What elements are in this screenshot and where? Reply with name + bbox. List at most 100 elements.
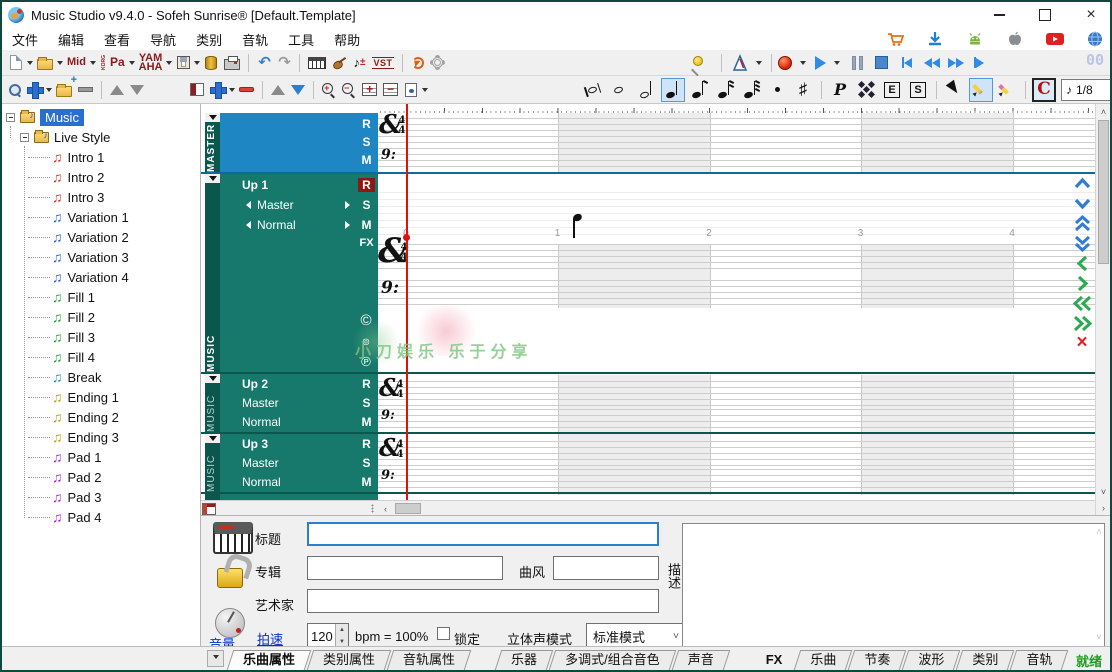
sixteenth-note-button[interactable]	[713, 78, 737, 102]
store-cart-icon[interactable]	[886, 30, 904, 48]
track-name[interactable]: Up 3	[242, 437, 268, 451]
eighth-note-button[interactable]	[687, 78, 711, 102]
track-header-up2[interactable]: MUSIC Up 2 Master Normal R S M	[205, 374, 378, 432]
up2-bass-staff[interactable]	[378, 409, 1095, 434]
tab-类别属性[interactable]: 类别属性	[310, 650, 388, 670]
menu-item-5[interactable]: 音轨	[232, 28, 278, 51]
tree-item-label[interactable]: Ending 2	[68, 410, 119, 425]
track-mute-button[interactable]: M	[358, 475, 375, 489]
record-dropdown[interactable]	[800, 61, 806, 68]
tab-多调式-组合音色[interactable]: 多调式/组合音色	[552, 650, 673, 670]
nav-down-button[interactable]	[1074, 196, 1091, 210]
tree-item-fill-4[interactable]: Fill 4	[2, 347, 200, 367]
track-solo-button[interactable]: S	[358, 198, 375, 212]
track-header-up1[interactable]: MUSIC Up 1 Master Normal R S M FX © ⊚ ℗	[205, 174, 378, 372]
lock-checkbox[interactable]	[437, 627, 450, 640]
scroll-left-button[interactable]: ‹	[378, 502, 393, 515]
new-file-button[interactable]	[7, 52, 25, 74]
tree-item-ending-2[interactable]: Ending 2	[2, 407, 200, 427]
tree-item-label[interactable]: Intro 3	[68, 190, 105, 205]
new-file-dropdown[interactable]	[27, 61, 33, 68]
description-textarea[interactable]: ˄ ˅	[682, 523, 1105, 647]
tree-item-label[interactable]: Variation 3	[68, 250, 129, 265]
grid-duration-select[interactable]: ♪ 1/8 ˅	[1061, 79, 1112, 101]
export-audio-button[interactable]	[202, 52, 220, 74]
thirtysecond-note-button[interactable]	[739, 78, 763, 102]
tree-item-variation-2[interactable]: Variation 2	[2, 227, 200, 247]
apple-icon[interactable]	[1006, 30, 1024, 48]
pencil-tool-button[interactable]	[969, 78, 993, 102]
album-input[interactable]	[307, 556, 503, 580]
dot-button[interactable]	[765, 78, 789, 102]
tree-item-intro-1[interactable]: Intro 1	[2, 147, 200, 167]
delete-button[interactable]: ×	[1076, 336, 1087, 350]
copyright-badge[interactable]: ©	[358, 312, 374, 329]
refresh-button[interactable]	[409, 52, 427, 74]
nav-up-fast-button[interactable]	[1074, 216, 1091, 230]
redo-button[interactable]: ↷	[275, 52, 293, 74]
track-bus-row[interactable]: Master	[242, 198, 354, 212]
scroll-down-button[interactable]: ˅	[1096, 485, 1111, 498]
metronome-dropdown[interactable]	[756, 61, 762, 68]
view-options-dropdown[interactable]	[422, 88, 428, 95]
master-track-header[interactable]: MASTER R S M	[205, 113, 378, 172]
tree-item-label[interactable]: Fill 2	[68, 310, 95, 325]
tab-乐器[interactable]: 乐器	[498, 650, 550, 670]
save-dropdown[interactable]	[194, 61, 200, 68]
add-category-dropdown[interactable]	[46, 88, 52, 95]
microphone-button[interactable]	[688, 52, 706, 74]
timeline-ruler[interactable]	[378, 104, 1095, 113]
tree-item-intro-3[interactable]: Intro 3	[2, 187, 200, 207]
nav-up-button[interactable]	[1074, 176, 1091, 190]
tab-音轨属性[interactable]: 音轨属性	[390, 650, 468, 670]
tree-item-ending-1[interactable]: Ending 1	[2, 387, 200, 407]
close-button[interactable]: ×	[1082, 6, 1100, 24]
collapse-rows-button[interactable]: −	[381, 79, 400, 101]
tree-item-label[interactable]: Break	[68, 370, 102, 385]
tab-类别[interactable]: 类别	[959, 650, 1011, 670]
add-category-button[interactable]	[25, 79, 44, 101]
scroll-up-button[interactable]: ˄	[1096, 105, 1111, 118]
scroll-right-button[interactable]: ›	[1096, 501, 1111, 514]
stop-button[interactable]	[872, 52, 890, 74]
nav-left-fast-button[interactable]	[1073, 296, 1092, 310]
yamaha-dropdown[interactable]	[166, 61, 172, 68]
tree-item-pad-1[interactable]: Pad 1	[2, 447, 200, 467]
registered-badge[interactable]: ⊚	[358, 337, 374, 348]
menu-item-3[interactable]: 导航	[140, 28, 186, 51]
tab-音轨[interactable]: 音轨	[1013, 650, 1065, 670]
tree-item-label[interactable]: Ending 3	[68, 430, 119, 445]
next-arrow-icon[interactable]	[345, 201, 354, 209]
track-mute-button[interactable]: M	[358, 218, 375, 232]
prev-arrow-icon[interactable]	[242, 221, 251, 229]
up1-treble-staff[interactable]	[378, 244, 1095, 269]
sharp-button[interactable]: ♯	[791, 78, 815, 102]
tree-item-label[interactable]: Variation 4	[68, 270, 129, 285]
midi-dropdown[interactable]	[90, 61, 96, 68]
collapse-track-button[interactable]	[205, 113, 220, 122]
expand-rows-button[interactable]: +	[360, 79, 379, 101]
tree-item-pad-3[interactable]: Pad 3	[2, 487, 200, 507]
add-track-button[interactable]	[208, 79, 227, 101]
search-button[interactable]	[5, 79, 23, 101]
collapse-track-button[interactable]	[205, 174, 220, 183]
undo-button[interactable]: ↶	[255, 52, 273, 74]
next-arrow-icon[interactable]	[345, 221, 354, 229]
move-up-button[interactable]	[108, 79, 126, 101]
track-name[interactable]: Up 2	[242, 377, 268, 391]
half-note-button[interactable]	[635, 78, 659, 102]
tree-item-fill-2[interactable]: Fill 2	[2, 307, 200, 327]
tree-item-label[interactable]: Variation 1	[68, 210, 129, 225]
menu-item-7[interactable]: 帮助	[324, 28, 370, 51]
nav-left-button[interactable]	[1076, 256, 1089, 270]
menu-item-2[interactable]: 查看	[94, 28, 140, 51]
select-cursor-button[interactable]	[943, 78, 967, 102]
tree-item-pad-4[interactable]: Pad 4	[2, 507, 200, 527]
breve-note-button[interactable]	[583, 78, 607, 102]
snap-magnet-button[interactable]: C	[1032, 78, 1056, 102]
open-file-button[interactable]	[35, 52, 55, 74]
minimize-button[interactable]	[990, 6, 1008, 24]
zoom-out-button[interactable]: −	[340, 79, 358, 101]
step-forward-button[interactable]	[970, 52, 988, 74]
fast-forward-button[interactable]	[946, 52, 966, 74]
